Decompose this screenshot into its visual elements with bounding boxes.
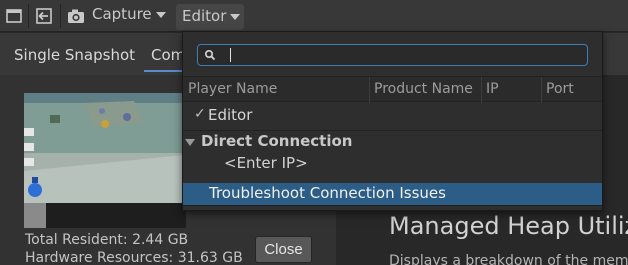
- enter-ip-item[interactable]: <Enter IP>: [183, 152, 602, 176]
- direct-connection-group[interactable]: Direct Connection: [183, 130, 602, 154]
- group-label: Direct Connection: [201, 132, 353, 150]
- camera-icon[interactable]: [67, 7, 85, 25]
- search-input[interactable]: [220, 47, 580, 63]
- column-divider[interactable]: [541, 77, 542, 103]
- target-item-editor[interactable]: ✓ Editor: [183, 103, 602, 127]
- text-caret: [230, 48, 231, 62]
- troubleshoot-label: Troubleshoot Connection Issues: [209, 184, 446, 202]
- column-header-player-name[interactable]: Player Name: [188, 81, 277, 97]
- column-divider[interactable]: [481, 77, 482, 103]
- expand-arrow-icon[interactable]: [185, 139, 195, 146]
- column-header-row: Player Name Product Name IP Port: [183, 76, 602, 103]
- target-selector-label[interactable]: Editor: [182, 7, 226, 25]
- column-header-port[interactable]: Port: [546, 81, 574, 97]
- enter-ip-label: <Enter IP>: [224, 154, 308, 172]
- import-icon[interactable]: [34, 6, 54, 26]
- capture-dropdown-arrow-icon[interactable]: [156, 12, 166, 18]
- close-button[interactable]: Close: [255, 236, 312, 263]
- chevron-down-icon[interactable]: [230, 14, 240, 20]
- target-item-label: Editor: [208, 106, 253, 124]
- dropdown-footer: [183, 205, 602, 210]
- column-divider[interactable]: [369, 77, 370, 103]
- window-icon[interactable]: [4, 6, 24, 26]
- troubleshoot-connection-item[interactable]: Troubleshoot Connection Issues: [183, 183, 602, 205]
- toolbar-divider: [60, 4, 61, 28]
- search-icon: [204, 49, 216, 61]
- column-header-ip[interactable]: IP: [486, 81, 499, 97]
- capture-button[interactable]: Capture: [92, 5, 152, 23]
- toolbar-divider: [28, 4, 29, 28]
- total-resident-label: Total Resident: 2.44 GB: [25, 232, 189, 248]
- page-title: Managed Heap Utiliz: [389, 212, 628, 240]
- snapshot-name-bar: [46, 203, 186, 228]
- tab-single-snapshot[interactable]: Single Snapshot: [14, 46, 135, 64]
- checkmark-icon: ✓: [194, 106, 206, 122]
- target-dropdown-menu: Player Name Product Name IP Port ✓ Edito…: [182, 31, 603, 211]
- column-header-product-name[interactable]: Product Name: [374, 81, 473, 97]
- hardware-resources-label: Hardware Resources: 31.63 GB: [25, 250, 243, 265]
- tab-compare-snapshots[interactable]: Com: [151, 46, 185, 64]
- tab-active-indicator: [144, 70, 184, 72]
- search-field[interactable]: [197, 44, 588, 66]
- toolbar: Capture Editor: [0, 0, 628, 32]
- snapshot-color-swatch: [24, 203, 46, 228]
- snapshot-thumbnail[interactable]: [24, 93, 184, 205]
- page-description: Displays a breakdown of the mem: [389, 253, 628, 265]
